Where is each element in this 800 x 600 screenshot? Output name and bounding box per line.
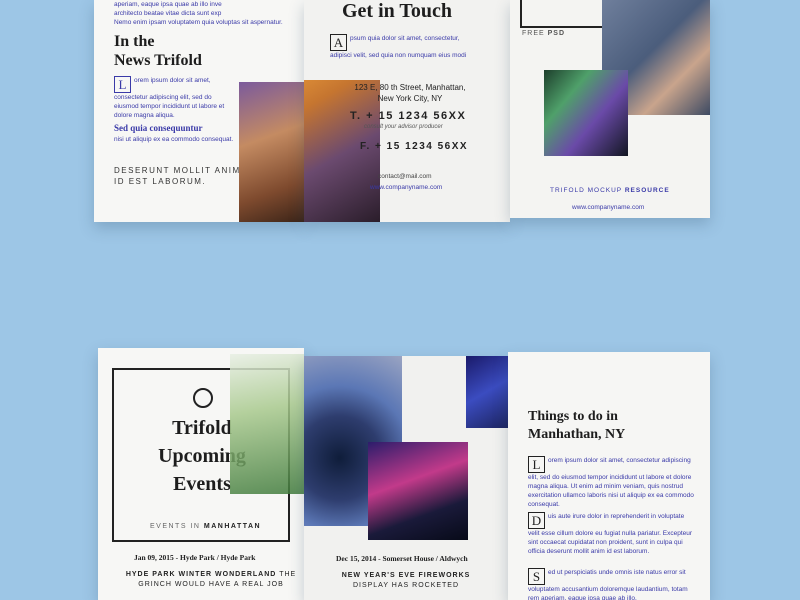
list-item: Duis aute irure dolor in reprehenderit i… [528,512,693,555]
things-title: Things to do in Manhathan, NY [528,409,626,442]
clock-icon [193,388,213,408]
dropcap-letter: L [114,76,131,93]
bottom-left-panel: Trifold Upcoming Events EVENTS IN MANHAT… [98,348,304,600]
email: contact@mail.com [378,173,432,180]
event-title: HYDE PARK WINTER WONDERLAND THE GRINCH W… [125,571,297,588]
dropcap-letter: S [528,568,545,585]
body-paragraph: nisi ut aliquip ex ea commodo consequat. [114,136,234,143]
website-link: www.companyname.com [370,184,443,191]
footer-caps: DESERUNT MOLLIT ANIM ID EST LABORUM. [114,166,241,186]
subhead: Sed quia consequuntur [114,123,203,133]
intro-line: aperiam, eaque ipsa quae ab illo inve [114,1,222,8]
fax-number: F. + 15 1234 56XX [360,141,469,152]
event-date: Jan 09, 2015 - Hyde Park / Hyde Park [134,553,256,562]
news-title: In the News Trifold [114,33,202,69]
free-psd-label: FREE PSD [522,30,566,37]
event-title: NEW YEAR'S EVE FIREWORKS DISPLAY HAS ROC… [341,572,471,589]
body-paragraph: psum quia dolor sit amet, consectetur, a… [330,35,467,59]
list-item: Lorem ipsum dolor sit amet, consectetur … [528,456,694,508]
get-in-touch-title: Get in Touch [342,0,453,22]
top-right-panel: FREE PSD TRIFOLD MOCKUP RESOURCE www.com… [510,0,710,218]
grass-photo [230,354,304,494]
address: 123 E, 80 th Street, Manhattan, New York… [354,83,466,103]
bottom-right-panel: Things to do in Manhathan, NY Lorem ipsu… [508,352,710,600]
concert-silhouette-photo [368,442,468,540]
resource-label: TRIFOLD MOCKUP RESOURCE [550,187,670,194]
phone-note: consult your advisor producer [364,124,443,130]
dropcap-letter: L [528,456,545,473]
events-in-label: EVENTS IN MANHATTAN [150,523,262,530]
stage-photo [544,70,628,156]
intro-line: Nemo enim ipsam voluptatem quia voluptas… [114,19,283,26]
list-item: Sed ut perspiciatis unde omnis iste natu… [528,568,688,600]
dropcap-letter: A [330,34,347,51]
website-link: www.companyname.com [572,204,645,211]
bottom-middle-panel: Dec 15, 2014 - Somerset House / Aldwych … [304,356,508,600]
dropcap-letter: D [528,512,545,529]
intro-line: architecto beatae vitae dicta sunt exp [114,10,222,17]
phone-number: T. + 15 1234 56XX [350,110,467,122]
event-date: Dec 15, 2014 - Somerset House / Aldwych [336,554,468,563]
top-middle-panel: Get in Touch Apsum quia dolor sit amet, … [304,0,510,222]
mixer-photo [466,356,508,428]
crowd-photo [239,82,304,222]
top-left-panel: aperiam, eaque ipsa quae ab illo inve ar… [94,0,304,222]
